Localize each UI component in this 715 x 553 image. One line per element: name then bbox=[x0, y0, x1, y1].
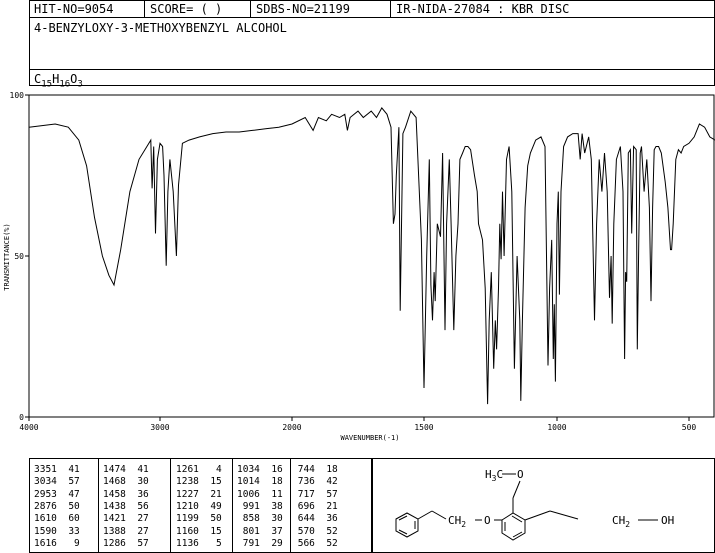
x-axis-label: WAVENUMBER(-1) bbox=[340, 434, 399, 442]
ether-oxygen: O bbox=[484, 514, 491, 527]
peak-table-col-divider bbox=[98, 458, 99, 553]
peak-entry: 1286 57 bbox=[103, 537, 149, 549]
peak-entry: 1438 56 bbox=[103, 500, 149, 512]
peak-entry: 3034 57 bbox=[34, 476, 80, 488]
peak-entry: 791 29 bbox=[237, 537, 283, 549]
peak-table-col-divider bbox=[170, 458, 171, 553]
chemical-structure: CH2 O O H3C CH2 OH bbox=[395, 468, 674, 541]
peak-entry: 1421 27 bbox=[103, 513, 149, 525]
bond-ch2oh-down bbox=[549, 510, 579, 520]
spectrum-line bbox=[28, 107, 715, 405]
methoxy-oxygen: O bbox=[517, 468, 524, 481]
peak-entry: 1014 18 bbox=[237, 476, 283, 488]
peak-entry: 1227 21 bbox=[176, 488, 222, 500]
x-tick-label: 500 bbox=[682, 423, 697, 432]
peak-entry: 1610 60 bbox=[34, 513, 80, 525]
peak-entry: 1590 33 bbox=[34, 525, 80, 537]
x-tick-label: 2000 bbox=[282, 423, 301, 432]
peak-entry: 566 52 bbox=[292, 537, 338, 549]
y-tick-label: 0 bbox=[19, 413, 24, 422]
peak-entry: 570 52 bbox=[292, 525, 338, 537]
peak-entry: 1210 49 bbox=[176, 500, 222, 512]
peak-entry: 1261 4 bbox=[176, 464, 222, 475]
peak-entry: 1468 30 bbox=[103, 476, 149, 488]
peak-entry: 1616 9 bbox=[34, 537, 80, 549]
bond-methoxy bbox=[512, 480, 521, 499]
ir-spectrum-chart: 4000 3000 2000 1500 1000 500 0 50 100 WAVENUMBER… bbox=[3, 91, 715, 442]
peak-entry: 801 37 bbox=[237, 525, 283, 537]
benzene-ring bbox=[395, 512, 419, 538]
peak-entry: 1388 27 bbox=[103, 525, 149, 537]
x-tick-label: 4000 bbox=[19, 423, 38, 432]
peak-entry: 991 38 bbox=[237, 500, 283, 512]
peak-entry: 1006 11 bbox=[237, 488, 283, 500]
methoxy-ch3: H3C bbox=[485, 468, 503, 483]
y-axis-label: TRANSMITTANCE(%) bbox=[3, 223, 11, 290]
peak-entry: 696 21 bbox=[292, 500, 338, 512]
methoxybenzyl-ring bbox=[501, 512, 526, 541]
x-tick-label: 3000 bbox=[150, 423, 169, 432]
peak-entry: 1199 50 bbox=[176, 513, 222, 525]
peak-entry: 2876 50 bbox=[34, 500, 80, 512]
peak-entry: 1034 16 bbox=[237, 464, 283, 475]
peak-entry: 1474 41 bbox=[103, 464, 149, 475]
ch2-left: CH2 bbox=[448, 514, 466, 529]
bond-ch2-down bbox=[431, 510, 447, 520]
peak-entry: 858 30 bbox=[237, 513, 283, 525]
peak-entry: 1238 15 bbox=[176, 476, 222, 488]
peak-entry: 736 42 bbox=[292, 476, 338, 488]
peak-entry: 644 36 bbox=[292, 513, 338, 525]
y-tick-label: 100 bbox=[10, 91, 25, 100]
peak-entry: 3351 41 bbox=[34, 464, 80, 475]
x-tick-label: 1000 bbox=[547, 423, 566, 432]
ch2-right: CH2 bbox=[612, 514, 630, 529]
peak-entry: 1160 15 bbox=[176, 525, 222, 537]
peak-table-col-divider bbox=[232, 458, 233, 553]
peak-entry: 744 18 bbox=[292, 464, 338, 475]
y-tick-label: 50 bbox=[14, 252, 24, 261]
peak-entry: 1136 5 bbox=[176, 537, 222, 549]
peak-entry: 717 57 bbox=[292, 488, 338, 500]
hydroxyl: OH bbox=[661, 514, 674, 527]
bond-ring-ch2oh bbox=[524, 510, 551, 521]
peak-entry: 1458 36 bbox=[103, 488, 149, 500]
peak-entry: 2953 47 bbox=[34, 488, 80, 500]
x-tick-label: 1500 bbox=[414, 423, 433, 432]
bond-ring-ch2 bbox=[417, 510, 433, 520]
peak-table-col-divider bbox=[290, 458, 291, 553]
